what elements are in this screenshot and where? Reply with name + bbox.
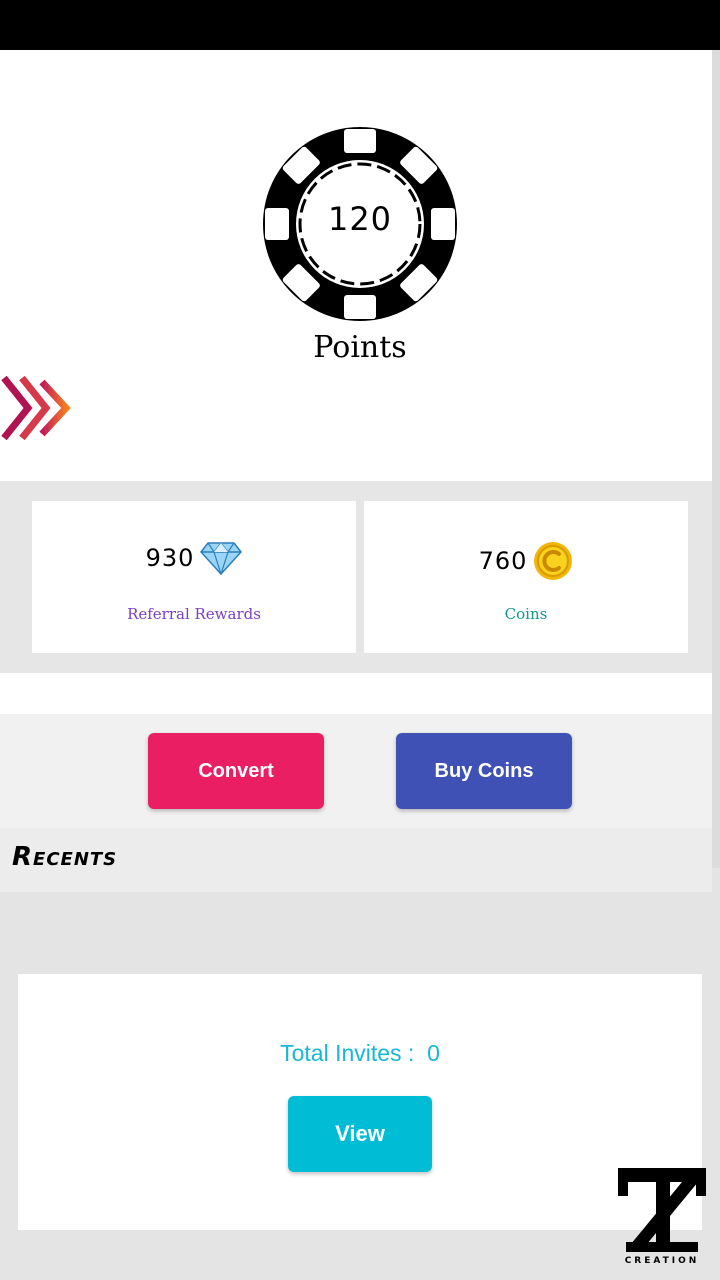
referral-rewards-card[interactable]: 930 Referral Rewards: [32, 501, 356, 653]
scrollbar[interactable]: [712, 50, 720, 868]
actions-section: [0, 714, 712, 828]
divider-strip: [0, 673, 712, 714]
points-label: Points: [313, 330, 407, 365]
buy-coins-button[interactable]: Buy Coins: [396, 733, 572, 809]
coin-icon: [534, 542, 573, 580]
convert-button[interactable]: Convert: [148, 733, 324, 809]
coins-value: 760: [478, 547, 528, 575]
chevrons-right-icon[interactable]: [0, 376, 74, 440]
recents-title: Recents: [12, 842, 118, 872]
total-invites-text: Total Invites : 0: [18, 1040, 702, 1067]
view-invites-button[interactable]: View: [288, 1096, 432, 1172]
coins-label: Coins: [504, 605, 548, 623]
status-bar: [0, 0, 720, 50]
total-invites-count: 0: [427, 1040, 440, 1066]
logo-caption: CREATION: [624, 1256, 700, 1266]
referral-value: 930: [145, 544, 195, 572]
total-invites-label: Total Invites :: [280, 1040, 415, 1066]
points-value: 120: [327, 200, 393, 238]
diamond-icon: [200, 542, 243, 575]
coins-card[interactable]: 760 Coins: [364, 501, 688, 653]
referral-label: Referral Rewards: [127, 605, 261, 623]
